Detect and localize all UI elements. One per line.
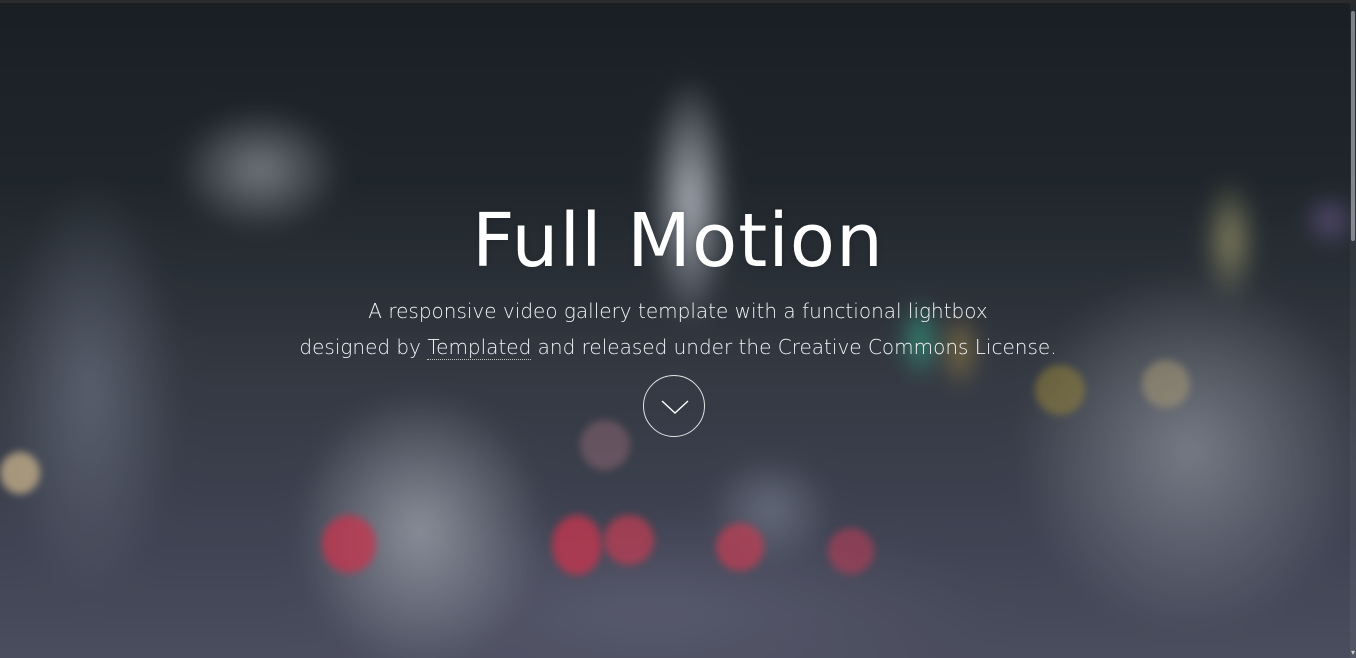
scrollbar[interactable]: ▾ [1350,3,1356,658]
description-line-1: A responsive video gallery template with… [368,299,988,323]
window-top-edge [0,0,1356,3]
scroll-down-button[interactable] [643,375,705,437]
templated-link[interactable]: Templated [427,335,532,360]
hero-banner: Full Motion A responsive video gallery t… [0,195,1356,365]
scroll-down-arrow-icon[interactable]: ▾ [1350,649,1356,657]
description-suffix: and released under the Creative Commons … [531,335,1057,359]
chevron-down-icon [661,400,689,414]
page-title: Full Motion [472,198,884,284]
description-prefix: designed by [299,335,428,359]
scrollbar-thumb[interactable] [1351,11,1355,241]
page: Full Motion A responsive video gallery t… [0,0,1356,658]
hero-description: A responsive video gallery template with… [278,293,1078,365]
